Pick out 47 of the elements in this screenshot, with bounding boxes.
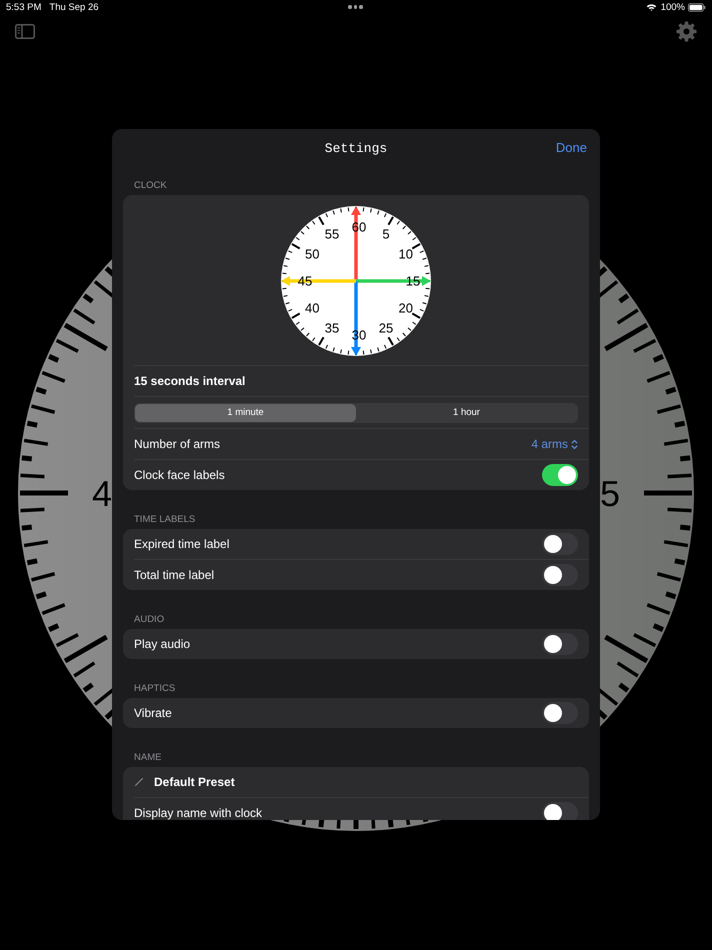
status-date: Thu Sep 26 [49, 2, 99, 12]
clock-number: 20 [398, 302, 413, 314]
done-button[interactable]: Done [556, 140, 587, 155]
toggle-switch[interactable] [542, 702, 578, 724]
toggle-switch[interactable] [542, 633, 578, 655]
section-header: TIME LABELS [133, 513, 196, 527]
section-header: HAPTICS [133, 682, 176, 696]
battery-icon [688, 2, 706, 12]
clock-number: 45 [298, 274, 312, 288]
row-label: Display name with clock [134, 806, 262, 820]
status-time: 5:53 PM [6, 2, 42, 12]
segment-option[interactable]: 1 minute [135, 404, 356, 422]
toggle-switch[interactable] [542, 802, 578, 820]
battery-percent: 100% [660, 2, 685, 12]
clock-label: 4 [92, 476, 112, 512]
toggle-switch[interactable] [542, 564, 578, 586]
toggle-switch[interactable] [542, 464, 578, 486]
row-label: Number of arms [134, 437, 220, 451]
section-header: CLOCK [133, 179, 168, 193]
section-header: AUDIO [133, 613, 166, 627]
row-label: Total time label [134, 568, 214, 582]
clock-number: 50 [305, 248, 320, 260]
clock-number: 35 [324, 321, 340, 334]
row-label: Play audio [134, 637, 190, 651]
arms-picker[interactable]: 4 arms [531, 437, 578, 451]
clock-number: 15 [406, 274, 420, 288]
clock-number: 5 [382, 228, 390, 241]
clock-number: 40 [305, 302, 320, 314]
preset-name-field[interactable]: Default Preset [154, 775, 235, 789]
interval-label: 15 seconds interval [134, 374, 246, 388]
pencil-icon [134, 777, 144, 787]
wifi-icon [646, 3, 657, 11]
clock-number: 25 [378, 321, 394, 334]
row-label: Expired time label [134, 537, 230, 551]
toggle-switch[interactable] [542, 533, 578, 555]
clock-label: 5 [600, 476, 620, 512]
row-label: Vibrate [134, 706, 172, 720]
clock-number: 10 [398, 248, 413, 260]
multitasking-dots-icon[interactable] [348, 5, 362, 8]
sidebar-icon[interactable] [15, 24, 35, 39]
sheet-title: Settings [324, 140, 388, 156]
clock-number: 55 [324, 228, 340, 241]
settings-icon[interactable] [676, 21, 697, 42]
section-header: NAME [133, 751, 162, 765]
updown-chevron-icon [571, 438, 578, 450]
segment-option[interactable]: 1 hour [356, 404, 577, 422]
row-label: Clock face labels [134, 468, 225, 482]
